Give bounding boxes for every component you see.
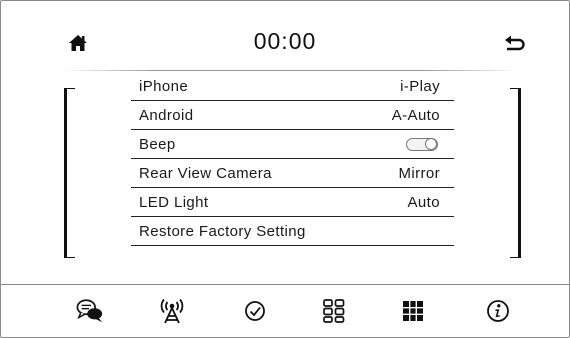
apps-grid-icon (323, 299, 345, 323)
chat-bubbles-icon (76, 299, 103, 323)
info-icon (487, 300, 509, 322)
beep-toggle[interactable] (406, 137, 438, 151)
scroll-bracket-right (510, 88, 521, 258)
setting-value: A-Auto (391, 106, 440, 124)
dock-messages-button[interactable] (76, 297, 104, 325)
setting-android[interactable]: Android A-Auto (131, 101, 454, 130)
dock-info-button[interactable] (484, 297, 512, 325)
setting-rear-view-camera[interactable]: Rear View Camera Mirror (131, 159, 454, 188)
header-divider (62, 70, 518, 71)
setting-label: Rear View Camera (139, 164, 272, 182)
setting-value: Auto (407, 193, 440, 211)
setting-led-light[interactable]: LED Light Auto (131, 188, 454, 217)
wireless-antenna-icon (160, 298, 184, 324)
setting-label: Beep (139, 135, 176, 153)
setting-value: i-Play (400, 77, 440, 95)
header: 00:00 (0, 0, 570, 72)
dock-radio-button[interactable] (158, 297, 186, 325)
setting-value: Mirror (398, 164, 440, 182)
setting-label: Android (139, 106, 194, 124)
dock-apps-button[interactable] (320, 297, 348, 325)
back-arrow-icon (505, 35, 525, 51)
keypad-grid-icon (403, 301, 423, 321)
back-button[interactable] (505, 35, 525, 53)
setting-label: Restore Factory Setting (139, 222, 306, 240)
scroll-bracket-left (64, 88, 75, 258)
settings-list: iPhone i-Play Android A-Auto Beep Rear V… (131, 72, 454, 246)
setting-iphone[interactable]: iPhone i-Play (131, 72, 454, 101)
toggle-knob (425, 137, 437, 150)
clock: 00:00 (253, 28, 317, 54)
dock-confirm-button[interactable] (241, 297, 269, 325)
bottom-dock (0, 285, 570, 337)
check-circle-icon (245, 301, 265, 321)
setting-label: iPhone (139, 77, 189, 95)
setting-restore-factory[interactable]: Restore Factory Setting (131, 217, 454, 246)
setting-beep[interactable]: Beep (131, 130, 454, 159)
dock-keypad-button[interactable] (399, 297, 427, 325)
setting-label: LED Light (139, 193, 209, 211)
